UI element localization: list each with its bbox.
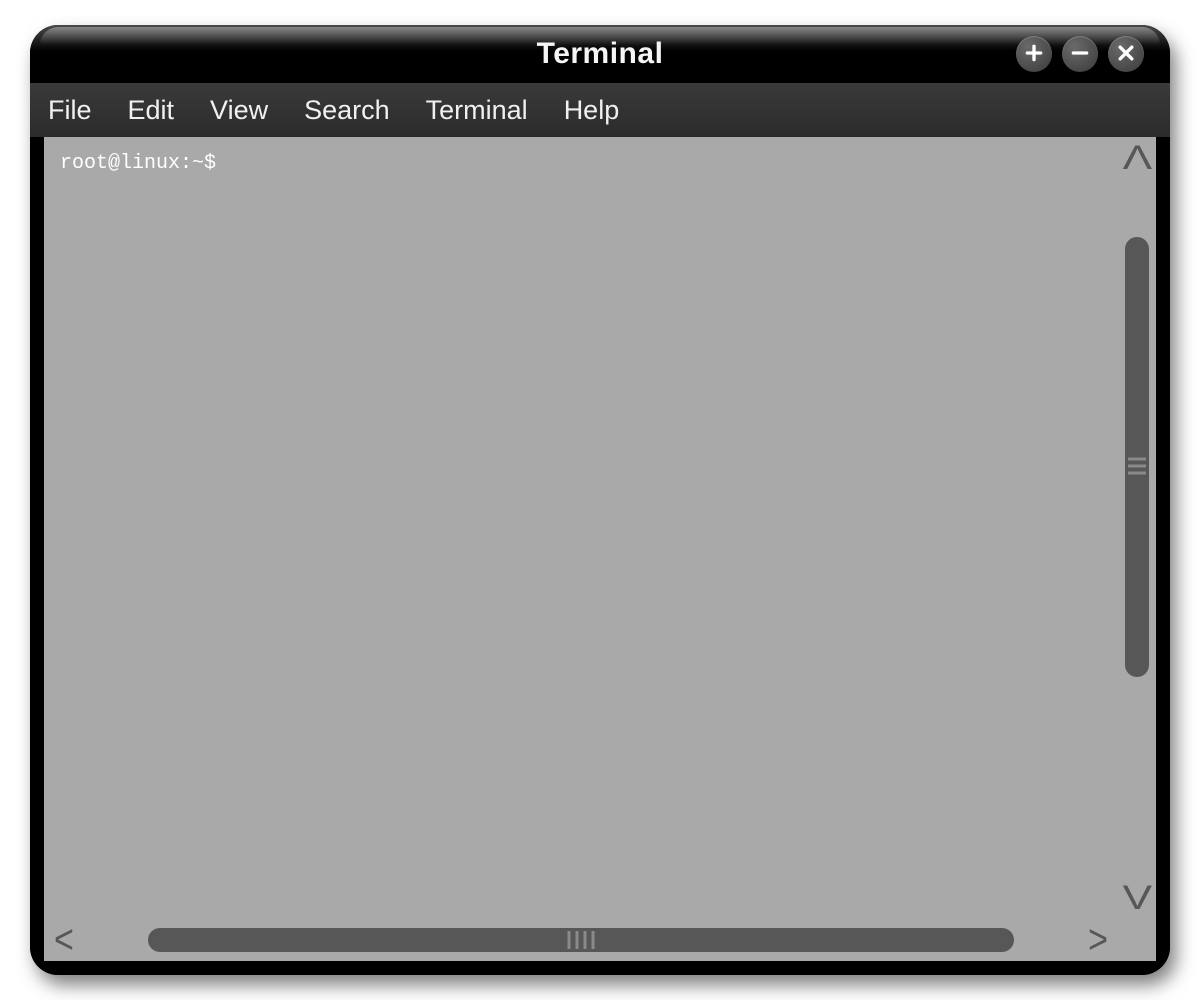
menu-view[interactable]: View <box>210 95 268 126</box>
close-icon <box>1116 43 1136 66</box>
content-row: root@linux:~$ Λ V <box>44 137 1156 919</box>
scroll-right-button[interactable]: > <box>1084 920 1112 961</box>
menu-search[interactable]: Search <box>304 95 390 126</box>
close-button[interactable] <box>1108 36 1144 72</box>
menu-edit[interactable]: Edit <box>128 95 175 126</box>
terminal-output[interactable]: root@linux:~$ <box>44 137 1118 919</box>
vertical-scroll-track[interactable] <box>1125 177 1149 879</box>
horizontal-scroll-thumb[interactable] <box>148 928 1014 952</box>
menu-help[interactable]: Help <box>564 95 620 126</box>
horizontal-scrollbar: < > <box>44 919 1118 961</box>
scroll-left-button[interactable]: < <box>50 920 78 961</box>
menu-file[interactable]: File <box>48 95 92 126</box>
scrollbar-corner <box>1118 919 1156 961</box>
vertical-scroll-thumb[interactable] <box>1125 237 1149 677</box>
chevron-left-icon: < <box>54 917 74 963</box>
new-tab-button[interactable] <box>1016 36 1052 72</box>
shell-prompt: root@linux:~$ <box>60 152 216 175</box>
menubar: File Edit View Search Terminal Help <box>30 83 1170 137</box>
vertical-scrollbar: Λ V <box>1118 137 1156 919</box>
chevron-down-icon: V <box>1122 879 1151 917</box>
minimize-button[interactable] <box>1062 36 1098 72</box>
window-body: root@linux:~$ Λ V <box>30 137 1170 975</box>
titlebar[interactable]: Terminal <box>30 25 1170 83</box>
menu-terminal[interactable]: Terminal <box>426 95 528 126</box>
window-title: Terminal <box>537 37 664 71</box>
minus-icon <box>1070 43 1090 66</box>
chevron-right-icon: > <box>1088 917 1108 963</box>
window-controls <box>1016 36 1144 72</box>
chevron-up-icon: Λ <box>1122 139 1152 177</box>
scroll-down-button[interactable]: V <box>1122 881 1151 915</box>
thumb-grip-icon <box>568 930 595 950</box>
terminal-window: Terminal <box>30 25 1170 975</box>
scroll-up-button[interactable]: Λ <box>1122 141 1152 175</box>
thumb-grip-icon <box>1127 457 1147 474</box>
plus-icon <box>1024 43 1044 66</box>
horizontal-scroll-track[interactable] <box>88 928 1074 952</box>
